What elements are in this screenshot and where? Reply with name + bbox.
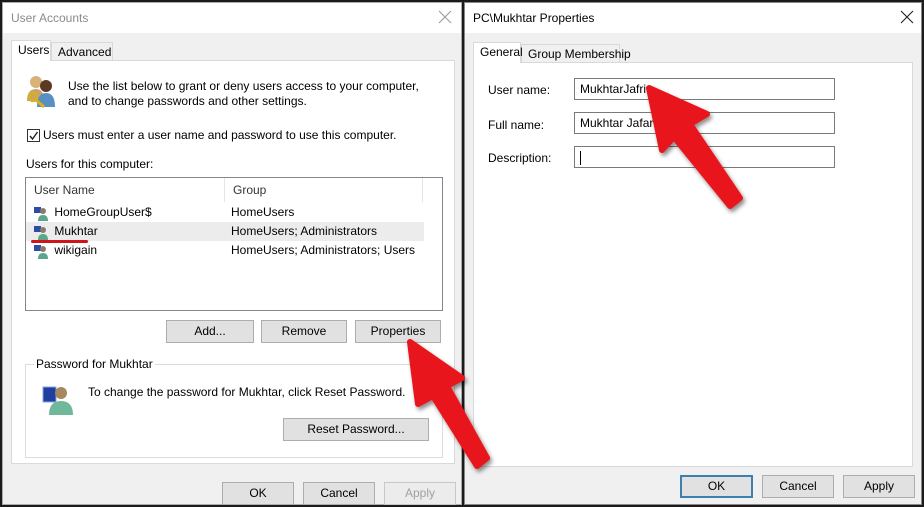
title-bar: User Accounts xyxy=(3,3,461,33)
user-name: Mukhtar xyxy=(54,224,98,238)
column-divider xyxy=(422,178,423,202)
ok-button[interactable]: OK xyxy=(222,482,294,505)
cancel-button[interactable]: Cancel xyxy=(762,475,834,498)
tab-users[interactable]: Users xyxy=(11,40,51,61)
user-properties-window: PC\Mukhtar Properties General Group Memb… xyxy=(464,2,922,505)
tab-advanced[interactable]: Advanced xyxy=(51,42,113,60)
user-icon xyxy=(34,244,48,259)
general-tab-panel: User name: MukhtarJafri Full name: Mukht… xyxy=(473,62,913,467)
apply-button[interactable]: Apply xyxy=(384,482,456,505)
users-key-icon xyxy=(24,73,58,112)
full-name-label: Full name: xyxy=(488,118,545,132)
user-name-label: User name: xyxy=(488,83,551,97)
description-label: Description: xyxy=(488,151,552,165)
user-name: wikigain xyxy=(54,243,98,257)
user-row[interactable]: HomeGroupUser$ HomeUsers xyxy=(26,203,424,222)
checkmark-icon xyxy=(29,131,39,141)
tab-general[interactable]: General xyxy=(473,42,523,63)
user-name-input[interactable]: MukhtarJafri xyxy=(574,78,835,100)
password-group-label: Password for Mukhtar xyxy=(34,357,155,371)
apply-button[interactable]: Apply xyxy=(843,475,915,498)
full-name-input[interactable]: Mukhtar Jafari xyxy=(574,112,835,134)
ok-button[interactable]: OK xyxy=(680,475,753,498)
password-help-text: To change the password for Mukhtar, clic… xyxy=(88,385,406,399)
tab-group-membership[interactable]: Group Membership xyxy=(521,44,631,62)
users-list-label: Users for this computer: xyxy=(26,157,154,171)
cancel-button[interactable]: Cancel xyxy=(303,482,375,505)
user-accounts-window: User Accounts Users Advanced Use the lis… xyxy=(2,2,462,505)
window-title: User Accounts xyxy=(11,11,89,25)
close-icon[interactable] xyxy=(437,9,453,25)
require-login-checkbox[interactable] xyxy=(27,129,40,142)
user-group: HomeUsers; Administrators xyxy=(231,224,378,238)
column-header-group[interactable]: Group xyxy=(224,178,423,202)
user-icon xyxy=(34,225,48,240)
window-title: PC\Mukhtar Properties xyxy=(473,11,595,25)
users-list[interactable]: User Name Group HomeGroupUser$ HomeUsers… xyxy=(25,177,443,311)
title-bar: PC\Mukhtar Properties xyxy=(465,3,921,33)
description-input[interactable] xyxy=(574,146,835,168)
user-name: HomeGroupUser$ xyxy=(54,205,152,219)
user-computer-icon xyxy=(41,381,73,418)
user-group: HomeUsers; Administrators; Users xyxy=(231,243,416,257)
password-group: Password for Mukhtar To change the passw… xyxy=(25,357,443,458)
intro-text-line1: Use the list below to grant or deny user… xyxy=(68,79,419,93)
user-row-selected[interactable]: Mukhtar HomeUsers; Administrators xyxy=(26,222,424,241)
user-row[interactable]: wikigain HomeUsers; Administrators; User… xyxy=(26,241,424,260)
text-cursor xyxy=(580,150,581,165)
properties-button[interactable]: Properties xyxy=(355,320,441,343)
user-icon xyxy=(34,206,48,221)
require-login-label: Users must enter a user name and passwor… xyxy=(43,128,397,142)
remove-button[interactable]: Remove xyxy=(261,320,347,343)
add-button[interactable]: Add... xyxy=(166,320,254,343)
user-group: HomeUsers xyxy=(231,205,295,219)
column-header-user-name[interactable]: User Name xyxy=(26,178,224,202)
close-icon[interactable] xyxy=(899,9,915,25)
reset-password-button[interactable]: Reset Password... xyxy=(283,418,429,441)
intro-text-line2: and to change passwords and other settin… xyxy=(68,94,307,108)
